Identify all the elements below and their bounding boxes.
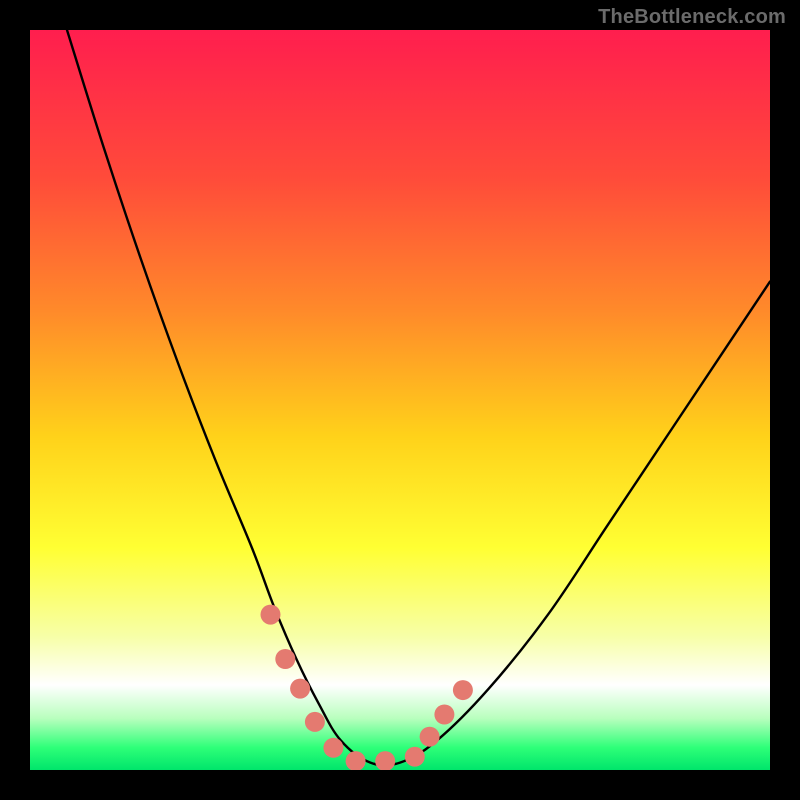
gradient-background [30,30,770,770]
plot-area [30,30,770,770]
marker-dot [453,680,473,700]
marker-dot [305,712,325,732]
marker-dot [434,705,454,725]
marker-dot [323,738,343,758]
marker-dot [290,679,310,699]
marker-dot [261,605,281,625]
marker-dot [405,747,425,767]
chart-stage: TheBottleneck.com [0,0,800,800]
watermark-text: TheBottleneck.com [598,6,786,29]
chart-svg [30,30,770,770]
marker-dot [275,649,295,669]
marker-dot [420,727,440,747]
